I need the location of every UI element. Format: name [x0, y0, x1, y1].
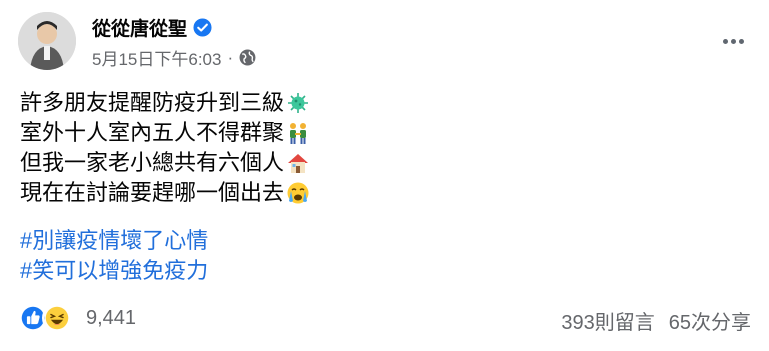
post-line: 但我一家老小總共有六個人 — [20, 148, 310, 178]
shares-count[interactable]: 65次分享 — [669, 306, 751, 335]
post-line: 現在在討論要趕哪一個出去 — [20, 178, 310, 208]
comments-count[interactable]: 393則留言 — [561, 306, 654, 335]
post-line-text: 現在在討論要趕哪一個出去 — [20, 180, 285, 205]
post-line: 許多朋友提醒防疫升到三級 — [20, 88, 310, 118]
post-body: 許多朋友提醒防疫升到三級 室外十人室內五人不得群聚 但我一家老小總共有六個人 現… — [20, 88, 310, 208]
author-name[interactable]: 從從唐從聖 — [92, 14, 187, 41]
hashtag-link[interactable]: #別讓疫情壞了心情 — [20, 226, 208, 256]
meta-separator: · — [227, 47, 234, 67]
hashtag-link[interactable]: #笑可以增強免疫力 — [20, 256, 208, 286]
globe-icon[interactable] — [239, 49, 256, 66]
post-timestamp[interactable]: 5月15日下午6:03 — [92, 45, 221, 70]
author-name-row: 從從唐從聖 — [92, 14, 212, 41]
virus-icon — [288, 93, 309, 113]
post-line: 室外十人室內五人不得群聚 — [20, 118, 310, 148]
post-line-text: 但我一家老小總共有六個人 — [20, 150, 285, 175]
reactions-summary[interactable]: 9,441 — [18, 303, 136, 333]
post-line-text: 室外十人室內五人不得群聚 — [20, 120, 285, 145]
facebook-post: 從從唐從聖 5月15日下午6:03 · 許多朋友提醒防疫升到三級 室外十人室內五… — [0, 0, 769, 351]
hashtags: #別讓疫情壞了心情 #笑可以增強免疫力 — [20, 226, 208, 286]
verified-badge-icon — [193, 18, 212, 37]
engagement-stats: 393則留言 65次分享 — [561, 306, 751, 335]
post-line-text: 許多朋友提醒防疫升到三級 — [20, 90, 285, 115]
post-meta: 5月15日下午6:03 · — [92, 45, 256, 70]
haha-icon — [42, 303, 72, 333]
crying-face-icon — [287, 182, 309, 204]
reaction-count: 9,441 — [86, 306, 137, 329]
house-icon — [288, 154, 309, 173]
avatar[interactable] — [18, 12, 76, 70]
people-holding-hands-icon — [290, 123, 307, 144]
more-options-icon[interactable] — [721, 24, 745, 50]
